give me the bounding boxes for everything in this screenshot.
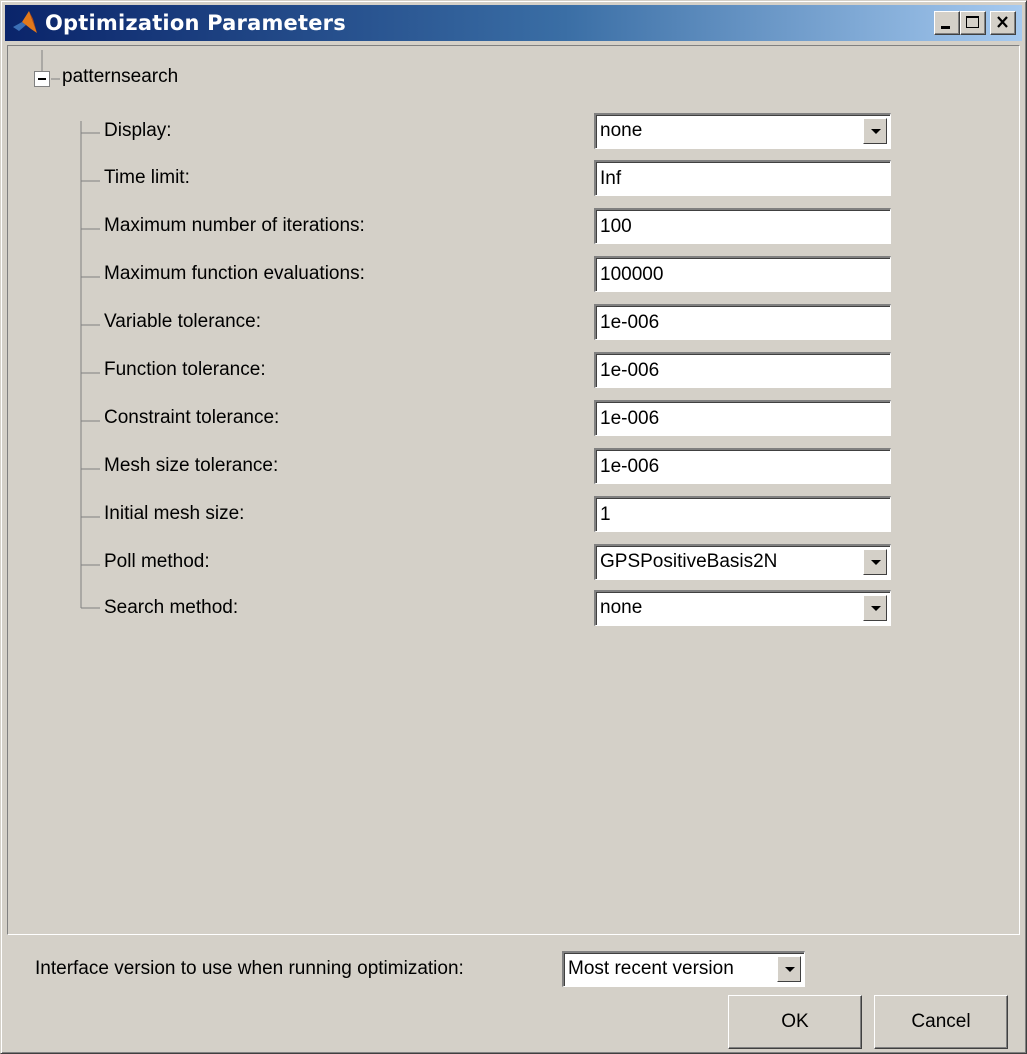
search-method-label: Search method: bbox=[104, 597, 239, 618]
display-label: Display: bbox=[104, 120, 172, 141]
close-icon bbox=[997, 16, 1008, 28]
chevron-down-icon[interactable] bbox=[863, 549, 887, 575]
ok-button[interactable]: OK bbox=[728, 995, 862, 1049]
interface-version-select[interactable]: Most recent version bbox=[562, 951, 805, 987]
search-method-select[interactable]: none bbox=[594, 590, 891, 626]
max-iterations-input[interactable] bbox=[594, 208, 891, 244]
chevron-down-icon[interactable] bbox=[863, 595, 887, 621]
window-title: Optimization Parameters bbox=[45, 11, 346, 35]
display-value: none bbox=[600, 120, 643, 141]
param-row-display: Display: none bbox=[8, 113, 1008, 153]
constraint-tolerance-label: Constraint tolerance: bbox=[104, 407, 280, 428]
function-tolerance-label: Function tolerance: bbox=[104, 359, 266, 380]
cancel-button[interactable]: Cancel bbox=[874, 995, 1008, 1049]
collapse-minus-icon[interactable] bbox=[34, 71, 50, 87]
constraint-tolerance-input[interactable] bbox=[594, 400, 891, 436]
max-fun-evals-input[interactable] bbox=[594, 256, 891, 292]
title-bar[interactable]: Optimization Parameters bbox=[5, 5, 1022, 41]
maximize-button[interactable] bbox=[960, 11, 986, 35]
param-row-variable-tolerance: Variable tolerance: bbox=[8, 304, 1008, 344]
param-row-poll-method: Poll method: GPSPositiveBasis2N bbox=[8, 544, 1008, 584]
time-limit-label: Time limit: bbox=[104, 167, 190, 188]
param-row-max-iterations: Maximum number of iterations: bbox=[8, 208, 1008, 248]
poll-method-select[interactable]: GPSPositiveBasis2N bbox=[594, 544, 891, 580]
minimize-icon bbox=[941, 26, 950, 29]
poll-method-value: GPSPositiveBasis2N bbox=[600, 551, 778, 572]
poll-method-label: Poll method: bbox=[104, 551, 210, 572]
close-button[interactable] bbox=[990, 11, 1016, 35]
interface-version-label: Interface version to use when running op… bbox=[35, 958, 464, 979]
initial-mesh-size-input[interactable] bbox=[594, 496, 891, 532]
maximize-icon bbox=[966, 16, 979, 28]
mesh-size-tolerance-label: Mesh size tolerance: bbox=[104, 455, 279, 476]
display-select[interactable]: none bbox=[594, 113, 891, 149]
param-row-constraint-tolerance: Constraint tolerance: bbox=[8, 400, 1008, 440]
parameter-tree-panel: patternsearch Display: none Time limit: … bbox=[7, 45, 1020, 935]
minimize-button[interactable] bbox=[934, 11, 960, 35]
variable-tolerance-input[interactable] bbox=[594, 304, 891, 340]
variable-tolerance-label: Variable tolerance: bbox=[104, 311, 262, 332]
interface-version-value: Most recent version bbox=[568, 958, 734, 979]
initial-mesh-size-label: Initial mesh size: bbox=[104, 503, 245, 524]
chevron-down-icon[interactable] bbox=[863, 118, 887, 144]
max-iterations-label: Maximum number of iterations: bbox=[104, 215, 365, 236]
search-method-value: none bbox=[600, 597, 643, 618]
optimization-parameters-window: Optimization Parameters patternsearch Di… bbox=[0, 0, 1027, 1054]
param-row-max-fun-evals: Maximum function evaluations: bbox=[8, 256, 1008, 296]
param-row-mesh-size-tolerance: Mesh size tolerance: bbox=[8, 448, 1008, 488]
mesh-size-tolerance-input[interactable] bbox=[594, 448, 891, 484]
param-row-initial-mesh-size: Initial mesh size: bbox=[8, 496, 1008, 536]
chevron-down-icon[interactable] bbox=[777, 956, 801, 982]
function-tolerance-input[interactable] bbox=[594, 352, 891, 388]
matlab-logo-icon bbox=[13, 11, 37, 33]
max-fun-evals-label: Maximum function evaluations: bbox=[104, 263, 365, 284]
param-row-function-tolerance: Function tolerance: bbox=[8, 352, 1008, 392]
param-row-time-limit: Time limit: bbox=[8, 160, 1008, 200]
param-row-search-method: Search method: none bbox=[8, 590, 1008, 630]
tree-root-patternsearch[interactable]: patternsearch bbox=[62, 66, 178, 88]
time-limit-input[interactable] bbox=[594, 160, 891, 196]
